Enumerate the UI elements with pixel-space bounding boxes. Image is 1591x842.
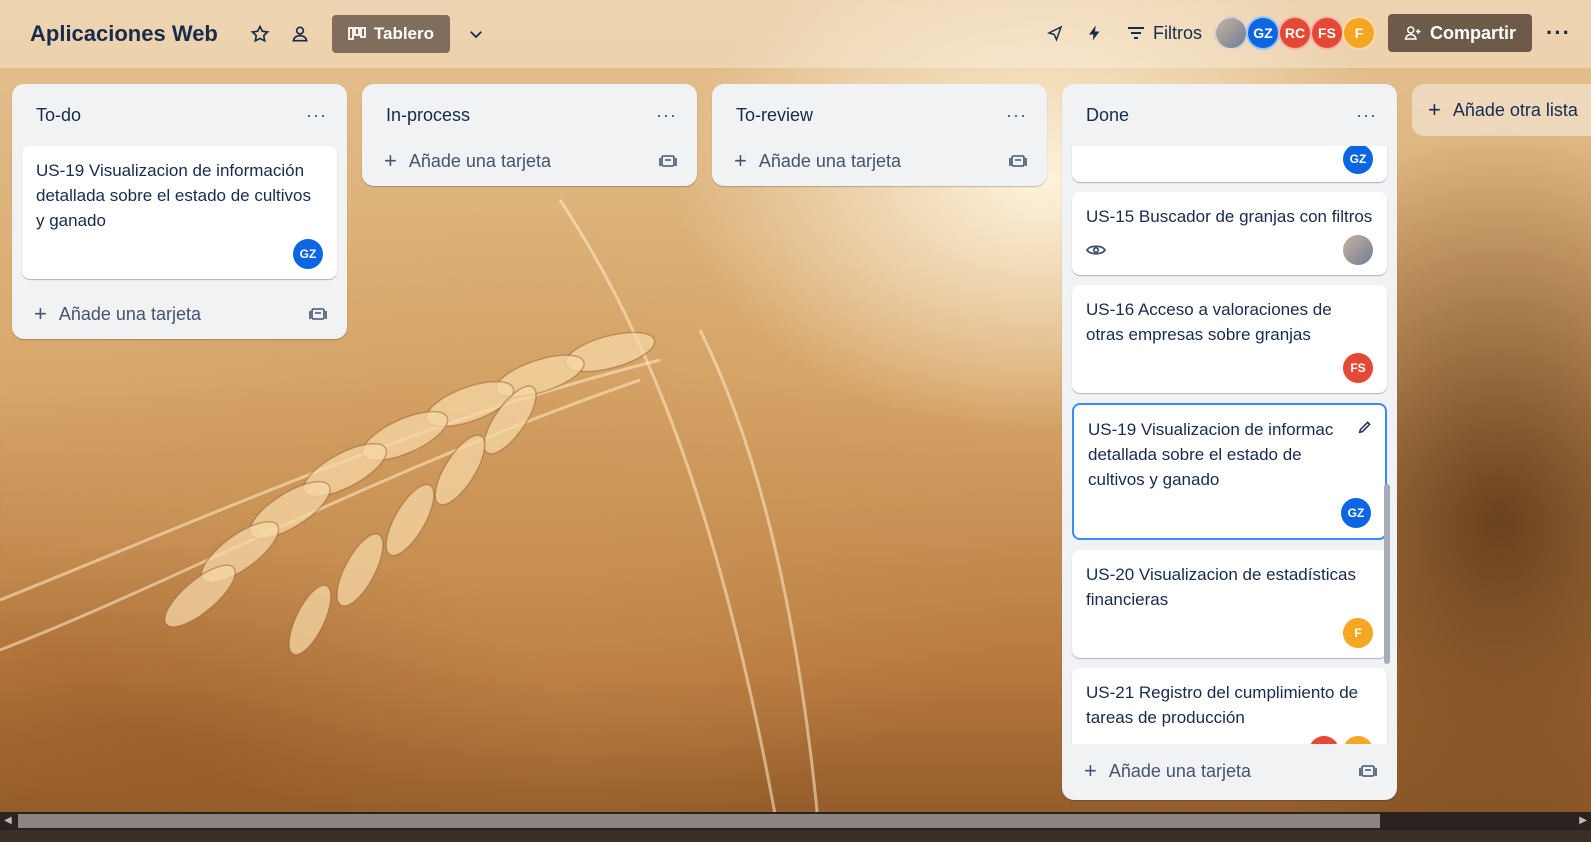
- list-title[interactable]: To-review: [736, 105, 813, 126]
- list-menu-icon[interactable]: ···: [656, 105, 677, 126]
- card[interactable]: US-20 Visualizacion de estadísticas fina…: [1072, 550, 1387, 658]
- card-selected[interactable]: US-19 Visualizacion de informac detallad…: [1072, 403, 1387, 540]
- plus-icon: +: [734, 148, 747, 173]
- member-avatar-fs[interactable]: FS: [1310, 16, 1344, 50]
- window-bottom-edge: [0, 830, 1591, 842]
- board-view-label: Tablero: [373, 24, 435, 43]
- share-label: Compartir: [1430, 22, 1517, 43]
- card[interactable]: GZ: [1072, 146, 1387, 182]
- board-title[interactable]: Aplicaciones Web: [30, 21, 218, 47]
- board-horizontal-scrollbar[interactable]: ◀ ▶: [0, 812, 1591, 830]
- board-view-button[interactable]: Tablero: [331, 15, 451, 53]
- list-cards-scroll-area[interactable]: GZ US-15 Buscador de granjas con filtros…: [1062, 146, 1397, 744]
- plus-icon: +: [34, 301, 47, 326]
- filter-icon: [1128, 27, 1144, 39]
- add-card-label: Añade una tarjeta: [1108, 760, 1251, 781]
- filters-button[interactable]: Filtros: [1127, 23, 1202, 44]
- add-list-button[interactable]: + Añade otra lista: [1412, 84, 1591, 136]
- list-title[interactable]: In-process: [386, 105, 470, 126]
- board-menu-icon[interactable]: ···: [1546, 20, 1571, 46]
- add-card-button[interactable]: + Añade una tarjeta: [1062, 746, 1397, 796]
- list-scrollbar[interactable]: [1383, 154, 1391, 750]
- chevron-down-icon[interactable]: [458, 16, 494, 52]
- card-template-icon[interactable]: [659, 153, 677, 169]
- share-button[interactable]: Compartir: [1388, 14, 1533, 52]
- list-menu-icon[interactable]: ···: [1356, 105, 1377, 126]
- plus-icon: +: [1084, 758, 1097, 783]
- card-title: US-19 Visualizacion de informac detallad…: [1088, 420, 1334, 489]
- power-ups-rocket-icon[interactable]: [1039, 17, 1071, 49]
- list-scrollbar-thumb[interactable]: [1384, 484, 1390, 664]
- add-list-label: Añade otra lista: [1452, 99, 1578, 120]
- scroll-right-arrow-icon[interactable]: ▶: [1579, 815, 1587, 826]
- add-card-label: Añade una tarjeta: [58, 303, 201, 324]
- card-footer: F: [1086, 618, 1373, 648]
- card-template-icon[interactable]: [309, 306, 327, 322]
- card[interactable]: US-21 Registro del cumplimiento de tarea…: [1072, 668, 1387, 744]
- filters-label: Filtros: [1153, 22, 1202, 43]
- board-columns-icon: [347, 27, 366, 40]
- card-member-avatar[interactable]: GZ: [1341, 498, 1371, 528]
- card-member-avatar[interactable]: FS: [1343, 353, 1373, 383]
- card-footer: FS: [1086, 353, 1373, 383]
- card-title: US-20 Visualizacion de estadísticas fina…: [1086, 565, 1356, 609]
- card-footer: FS F: [1086, 736, 1373, 744]
- list-header: Done ···: [1062, 84, 1397, 146]
- list-title[interactable]: Done: [1086, 105, 1129, 126]
- card-member-avatar[interactable]: F: [1343, 736, 1373, 744]
- member-avatar-photo[interactable]: [1214, 16, 1248, 50]
- card[interactable]: US-16 Acceso a valoraciones de otras emp…: [1072, 285, 1387, 393]
- list-title[interactable]: To-do: [36, 105, 81, 126]
- eye-watch-icon: [1086, 245, 1106, 255]
- card-member-avatar[interactable]: GZ: [293, 239, 323, 269]
- plus-icon: +: [1428, 97, 1441, 122]
- list-menu-icon[interactable]: ···: [306, 105, 327, 126]
- member-avatar-rc[interactable]: RC: [1278, 16, 1312, 50]
- list-to-review: To-review ··· + Añade una tarjeta: [712, 84, 1047, 186]
- list-in-process: In-process ··· + Añade una tarjeta: [362, 84, 697, 186]
- header-actions: Filtros GZ RC FS F Compartir ···: [1039, 14, 1571, 52]
- list-done: Done ··· GZ US-15 Buscador de granjas co…: [1062, 84, 1397, 800]
- add-card-label: Añade una tarjeta: [408, 150, 551, 171]
- edit-pencil-icon[interactable]: [1357, 419, 1373, 435]
- card-footer: GZ: [36, 239, 323, 269]
- card-title: US-15 Buscador de granjas con filtros: [1086, 207, 1373, 226]
- add-card-button[interactable]: + Añade una tarjeta: [12, 289, 347, 339]
- card-template-icon[interactable]: [1009, 153, 1027, 169]
- card-footer: GZ: [1088, 498, 1371, 528]
- board-scrollbar-thumb[interactable]: [18, 814, 1380, 828]
- board-header: Aplicaciones Web Tablero Filtros GZ RC F…: [0, 0, 1591, 68]
- add-card-button[interactable]: + Añade una tarjeta: [362, 136, 697, 186]
- member-avatar-gz[interactable]: GZ: [1246, 16, 1280, 50]
- list-header: To-do ···: [12, 84, 347, 146]
- plus-icon: +: [384, 148, 397, 173]
- star-icon[interactable]: [244, 18, 276, 50]
- board-members: GZ RC FS F: [1214, 16, 1376, 50]
- card-footer: [1086, 235, 1373, 265]
- list-menu-icon[interactable]: ···: [1006, 105, 1027, 126]
- card-member-avatar[interactable]: F: [1343, 618, 1373, 648]
- card-footer: GZ: [1343, 146, 1373, 174]
- automation-bolt-icon[interactable]: [1079, 17, 1111, 49]
- card-title: US-19 Visualizacion de información detal…: [36, 161, 312, 230]
- add-card-label: Añade una tarjeta: [758, 150, 901, 171]
- card-title: US-16 Acceso a valoraciones de otras emp…: [1086, 300, 1332, 344]
- card-member-avatar[interactable]: FS: [1309, 736, 1339, 744]
- card-member-avatar[interactable]: GZ: [1343, 146, 1373, 174]
- card[interactable]: US-19 Visualizacion de información detal…: [22, 146, 337, 279]
- card-title: US-21 Registro del cumplimiento de tarea…: [1086, 683, 1359, 727]
- workspace-visibility-icon[interactable]: [284, 18, 316, 50]
- add-person-icon: [1404, 26, 1421, 40]
- card-member-avatar-photo[interactable]: [1343, 235, 1373, 265]
- scroll-left-arrow-icon[interactable]: ◀: [4, 815, 12, 826]
- card[interactable]: US-15 Buscador de granjas con filtros: [1072, 192, 1387, 275]
- list-to-do: To-do ··· US-19 Visualizacion de informa…: [12, 84, 347, 339]
- add-card-button[interactable]: + Añade una tarjeta: [712, 136, 1047, 186]
- member-avatar-f[interactable]: F: [1342, 16, 1376, 50]
- card-template-icon[interactable]: [1359, 763, 1377, 779]
